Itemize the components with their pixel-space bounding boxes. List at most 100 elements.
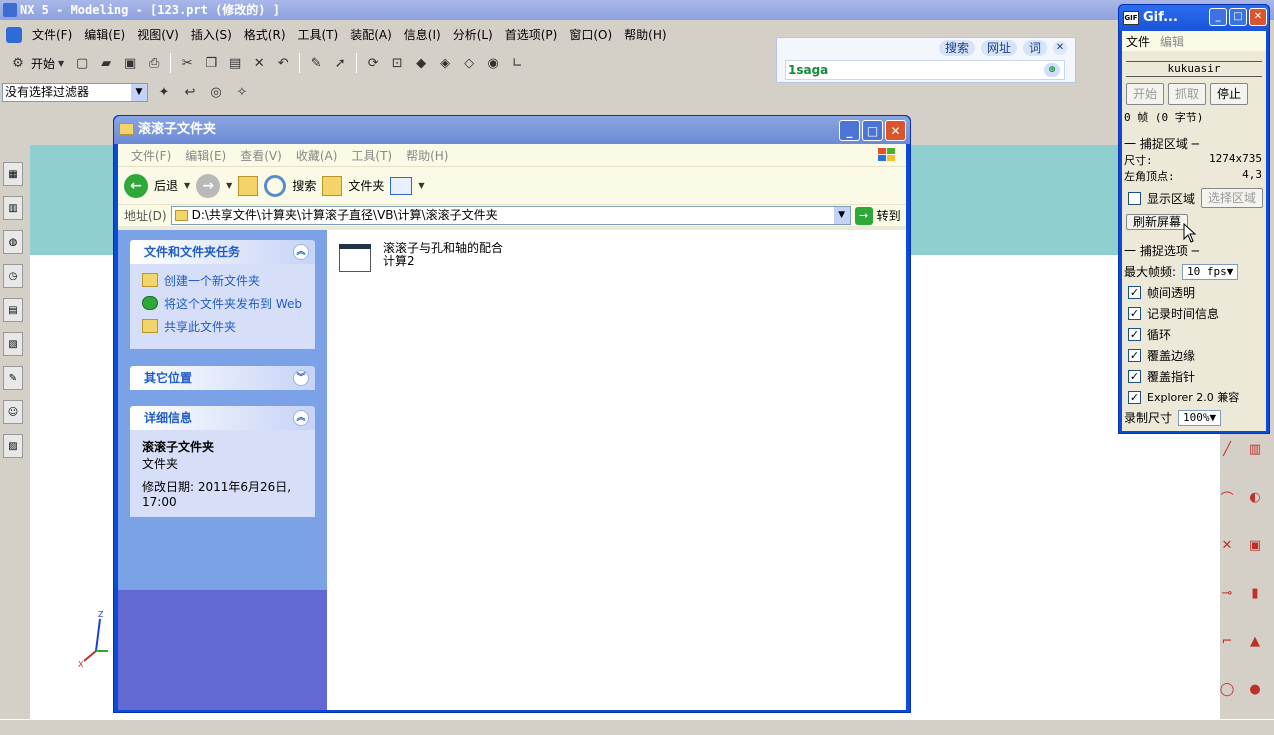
- menu-edit[interactable]: 编辑(E): [178, 147, 233, 164]
- nx-menu-assembly[interactable]: 装配(A): [344, 24, 398, 46]
- delete-icon[interactable]: ✕: [249, 53, 269, 73]
- cut-icon[interactable]: ✂: [177, 53, 197, 73]
- rec-size-select[interactable]: 100%▼: [1178, 409, 1222, 426]
- roles-icon[interactable]: ☺: [3, 400, 23, 424]
- nx-menu-info[interactable]: 信息(I): [398, 24, 447, 46]
- chevron-down-icon[interactable]: ▼: [184, 181, 190, 190]
- menu-view[interactable]: 查看(V): [233, 147, 289, 164]
- list-item[interactable]: 滚滚子与孔和轴的配合计算2: [337, 242, 503, 274]
- wireframe-icon[interactable]: ◇: [459, 53, 479, 73]
- block-icon[interactable]: ▣: [1246, 536, 1264, 554]
- refresh-screen-button[interactable]: 刷新屏幕: [1126, 214, 1189, 230]
- checkbox-checked[interactable]: ✓: [1128, 307, 1141, 320]
- nx-menu-view[interactable]: 视图(V): [131, 24, 185, 46]
- details-header[interactable]: 详细信息 ︽: [130, 406, 315, 430]
- folders-icon[interactable]: [322, 175, 343, 196]
- gif-menu-file[interactable]: 文件: [1126, 33, 1150, 50]
- fillet-icon[interactable]: ⌐: [1218, 632, 1236, 650]
- other-places-header[interactable]: 其它位置 ︾: [130, 366, 315, 390]
- nx-menu-file[interactable]: 文件(F): [26, 24, 78, 46]
- reuse-library-icon[interactable]: ◍: [3, 230, 23, 254]
- file-tasks-header[interactable]: 文件和文件夹任务 ︽: [130, 240, 315, 264]
- minimize-icon[interactable]: _: [1209, 8, 1227, 26]
- arc-icon[interactable]: ⌒: [1218, 488, 1236, 507]
- nx-menu-tools[interactable]: 工具(T): [292, 24, 345, 46]
- search-icon[interactable]: [264, 174, 287, 197]
- fit-view-icon[interactable]: ⊡: [387, 53, 407, 73]
- minimize-icon[interactable]: _: [839, 120, 860, 141]
- explorer-title-bar[interactable]: 滚滚子文件夹 _ □ ✕: [114, 116, 910, 144]
- nx-menu-edit[interactable]: 编辑(E): [78, 24, 131, 46]
- part-navigator-icon[interactable]: ▥: [3, 196, 23, 220]
- select-area-button[interactable]: 选择区域: [1201, 188, 1264, 208]
- open-folder-icon[interactable]: ▰: [96, 53, 116, 73]
- wcs-icon[interactable]: ∟: [507, 53, 527, 73]
- up-folder-icon[interactable]: [238, 175, 259, 196]
- chevron-down-icon[interactable]: ▼: [226, 181, 232, 190]
- snap-point-icon[interactable]: ✦: [154, 82, 174, 102]
- undo-select-icon[interactable]: ↩: [180, 82, 200, 102]
- close-icon[interactable]: ✕: [1249, 8, 1267, 26]
- extrude-icon[interactable]: ▥: [1246, 440, 1264, 458]
- menu-help[interactable]: 帮助(H): [399, 147, 455, 164]
- system-materials-icon[interactable]: ▨: [3, 434, 23, 458]
- menu-favorites[interactable]: 收藏(A): [289, 147, 345, 164]
- capture-button[interactable]: 抓取: [1168, 83, 1207, 105]
- web-browser-icon[interactable]: ✎: [3, 366, 23, 390]
- back-arrow-icon[interactable]: ←: [124, 173, 148, 198]
- address-input[interactable]: D:\共享文件\计算夹\计算滚子直径\VB\计算\滚滚子文件夹 ▼: [170, 206, 851, 225]
- views-icon[interactable]: [390, 176, 413, 195]
- nx-menu-insert[interactable]: 插入(S): [185, 24, 238, 46]
- chevron-down-icon[interactable]: ▼: [833, 207, 850, 224]
- maximize-icon[interactable]: □: [1229, 8, 1247, 26]
- color-icon[interactable]: ◉: [483, 53, 503, 73]
- nx-menu-window[interactable]: 窗口(O): [563, 24, 618, 46]
- search-go-icon[interactable]: ⊕: [1044, 63, 1060, 77]
- chevron-up-icon[interactable]: ︽: [293, 410, 309, 426]
- checkbox-checked[interactable]: ✓: [1128, 328, 1141, 341]
- assembly-navigator-icon[interactable]: ▦: [3, 162, 23, 186]
- nx-menu-analysis[interactable]: 分析(L): [447, 24, 499, 46]
- refresh-view-icon[interactable]: ⟳: [363, 53, 383, 73]
- edit-object-icon[interactable]: ✎: [306, 53, 326, 73]
- gif-menu-edit[interactable]: 编辑: [1160, 33, 1184, 50]
- menu-file[interactable]: 文件(F): [124, 147, 178, 164]
- chevron-up-icon[interactable]: ︽: [293, 244, 309, 260]
- nx-menu-help[interactable]: 帮助(H): [618, 24, 672, 46]
- chevron-down-icon[interactable]: ︾: [293, 370, 309, 386]
- checkbox-checked[interactable]: ✓: [1128, 349, 1141, 362]
- back-label[interactable]: 后退: [154, 177, 178, 194]
- selection-filter-dropdown[interactable]: 没有选择过滤器 ▼: [2, 82, 148, 102]
- paste-icon[interactable]: ▤: [225, 53, 245, 73]
- menu-tools[interactable]: 工具(T): [344, 147, 399, 164]
- cone-icon[interactable]: ▲: [1246, 632, 1264, 650]
- point-icon[interactable]: ✕: [1218, 536, 1236, 554]
- search-input[interactable]: 1saga ⊕: [785, 60, 1065, 80]
- chevron-down-icon[interactable]: ▼: [131, 83, 147, 101]
- shaded-icon[interactable]: ◆: [411, 53, 431, 73]
- show-area-checkbox[interactable]: [1128, 191, 1141, 205]
- circle-icon[interactable]: ◯: [1218, 680, 1236, 698]
- task-publish-web[interactable]: 将这个文件夹发布到 Web: [142, 295, 305, 312]
- revolve-icon[interactable]: ◐: [1246, 488, 1264, 506]
- stop-button[interactable]: 停止: [1210, 83, 1249, 105]
- save-icon[interactable]: ▣: [120, 53, 140, 73]
- chamfer-icon[interactable]: ⊸: [1218, 584, 1236, 602]
- file-list[interactable]: 滚滚子与孔和轴的配合计算2: [327, 230, 906, 710]
- max-fps-select[interactable]: 10 fps▼: [1182, 263, 1239, 280]
- checkbox-checked[interactable]: ✓: [1128, 370, 1141, 383]
- history-icon[interactable]: ◷: [3, 264, 23, 288]
- chevron-down-icon[interactable]: ▼: [418, 181, 424, 190]
- tab-search[interactable]: 搜索: [938, 40, 975, 56]
- quick-pick-icon[interactable]: ◎: [206, 82, 226, 102]
- nx-menu-preferences[interactable]: 首选项(P): [499, 24, 564, 46]
- print-icon[interactable]: ⎙: [144, 53, 164, 73]
- start-button[interactable]: ⚙ 开始 ▼: [4, 53, 68, 73]
- sphere-icon[interactable]: ●: [1246, 680, 1264, 698]
- folders-button-label[interactable]: 文件夹: [348, 177, 384, 194]
- gif-title-bar[interactable]: GIF Gif... _ □ ✕: [1119, 5, 1269, 31]
- select-icon[interactable]: ➚: [330, 53, 350, 73]
- tab-dict[interactable]: 词: [1022, 40, 1047, 56]
- forward-arrow-icon[interactable]: →: [196, 173, 221, 198]
- undo-icon[interactable]: ↶: [273, 53, 293, 73]
